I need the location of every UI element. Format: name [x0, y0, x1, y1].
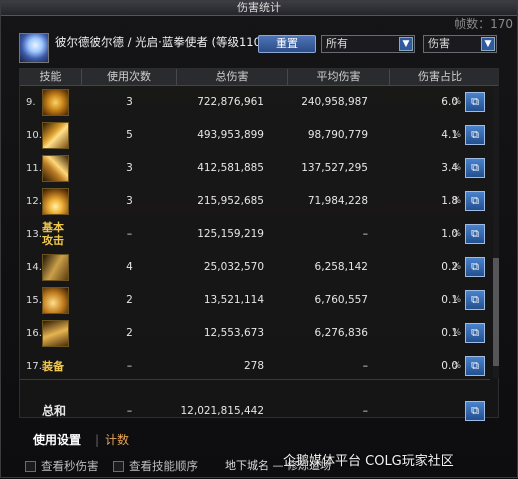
average-damage: 137,527,295 [301, 162, 368, 174]
average-damage: 6,258,142 [314, 261, 368, 273]
total-damage: 25,032,570 [203, 261, 264, 273]
use-count: 3 [126, 195, 133, 207]
total-damage: 412,581,885 [197, 162, 264, 174]
percent-unit: % [452, 229, 461, 239]
total-damage: 215,952,685 [197, 195, 264, 207]
average-damage: 71,984,228 [307, 195, 368, 207]
average-damage: 6,760,557 [314, 294, 368, 306]
total-damage: 722,876,961 [197, 96, 264, 108]
damage-type-dropdown[interactable]: 伤害 ▼ [423, 35, 497, 53]
percent-unit: % [452, 163, 461, 173]
damage-type-dropdown-value: 伤害 [428, 37, 450, 50]
chevron-down-icon[interactable]: ▼ [399, 37, 413, 51]
use-count: 3 [126, 96, 133, 108]
table-header: 技能 使用次数 总伤害 平均伤害 伤害占比 [20, 69, 498, 86]
tab-separator: | [95, 433, 100, 447]
total-damage: 493,953,899 [197, 129, 264, 141]
skill-icon [42, 188, 69, 215]
skill-icon [42, 155, 69, 182]
damage-table: 技能 使用次数 总伤害 平均伤害 伤害占比 9. 3 722,876,961 2… [19, 68, 499, 421]
summary-label: 总和 [42, 404, 67, 418]
scope-dropdown[interactable]: 所有 ▼ [321, 35, 415, 53]
total-damage: 12,553,673 [203, 327, 264, 339]
skill-order-checkbox[interactable] [113, 461, 124, 472]
use-count: 4 [126, 261, 133, 273]
column-header-total: 总伤害 [177, 69, 288, 85]
skill-icon [42, 89, 69, 116]
export-icon[interactable]: ⧉ [465, 401, 485, 421]
summary-row: 总和 – 12,021,815,442 – ⧉ [20, 395, 490, 428]
use-count: 5 [126, 129, 133, 141]
tab-usage-settings[interactable]: 使用设置 [33, 429, 81, 451]
percent-unit: % [452, 97, 461, 107]
use-count: – [126, 228, 133, 240]
watermark: 企鹅媒体平台 COLG玩家社区 [283, 454, 454, 469]
export-icon[interactable]: ⧉ [465, 323, 485, 343]
dps-checkbox-label[interactable]: 查看秒伤害 [41, 458, 99, 474]
player-avatar [19, 33, 49, 63]
export-icon[interactable]: ⧉ [465, 158, 485, 178]
dps-checkbox[interactable] [25, 461, 36, 472]
skill-icon [42, 122, 69, 149]
summary-average: – [362, 405, 368, 417]
reset-button[interactable]: 重置 [258, 35, 316, 53]
skill-icon [42, 320, 69, 347]
tab-count[interactable]: 计数 [105, 429, 129, 451]
scrollbar-thumb[interactable] [493, 258, 499, 366]
skill-icon [42, 254, 69, 281]
summary-count: – [126, 405, 133, 417]
export-icon[interactable]: ⧉ [465, 191, 485, 211]
use-count: 2 [126, 327, 133, 339]
column-header-share: 伤害占比 [418, 70, 462, 83]
column-header-count: 使用次数 [82, 69, 177, 85]
average-damage: 6,276,836 [314, 327, 368, 339]
export-icon[interactable]: ⧉ [465, 257, 485, 277]
percent-unit: % [452, 295, 461, 305]
table-row: 12. 3 215,952,685 71,984,228 1.8 % ⧉ [20, 185, 490, 218]
table-row: 16. 2 12,553,673 6,276,836 0.1 % ⧉ [20, 317, 490, 350]
average-damage: 240,958,987 [301, 96, 368, 108]
average-damage: 98,790,779 [307, 129, 368, 141]
player-name: 彼尔德彼尔德 / 光启·蓝拳使者 (等级110) [55, 35, 266, 49]
use-count: 2 [126, 294, 133, 306]
percent-unit: % [452, 196, 461, 206]
total-damage: 125,159,219 [197, 228, 264, 240]
export-icon[interactable]: ⧉ [465, 92, 485, 112]
column-header-skill: 技能 [20, 69, 82, 85]
average-damage: – [362, 228, 368, 240]
header-row: 彼尔德彼尔德 / 光启·蓝拳使者 (等级110) 重置 所有 ▼ 伤害 ▼ [19, 31, 499, 65]
percent-unit: % [452, 130, 461, 140]
percent-unit: % [452, 262, 461, 272]
table-row: 11. 3 412,581,885 137,527,295 3.4 % ⧉ [20, 152, 490, 185]
summary-total: 12,021,815,442 [180, 405, 265, 417]
skill-label: 基本攻击 [42, 221, 64, 247]
window-title: 伤害统计 [1, 1, 517, 16]
chevron-down-icon[interactable]: ▼ [481, 37, 495, 51]
skill-order-checkbox-label[interactable]: 查看技能顺序 [129, 458, 198, 474]
frame-counter: 帧数：170 [454, 17, 513, 31]
export-icon[interactable]: ⧉ [465, 356, 485, 376]
table-row: 15. 2 13,521,114 6,760,557 0.1 % ⧉ [20, 284, 490, 317]
bottom-tabs: 使用设置 | 计数 [19, 429, 319, 451]
export-icon[interactable]: ⧉ [465, 125, 485, 145]
table-row: 9. 3 722,876,961 240,958,987 6.0 % ⧉ [20, 86, 490, 119]
table-row: 14. 4 25,032,570 6,258,142 0.2 % ⧉ [20, 251, 490, 284]
percent-unit: % [452, 328, 461, 338]
table-row: 13. 基本攻击 – 125,159,219 – 1.0 % ⧉ [20, 218, 490, 251]
table-row: 10. 5 493,953,899 98,790,779 4.1 % ⧉ [20, 119, 490, 152]
skill-icon [42, 287, 69, 314]
use-count: 3 [126, 162, 133, 174]
total-damage: 13,521,114 [203, 294, 264, 306]
table-scrollbar[interactable] [493, 86, 499, 378]
export-icon[interactable]: ⧉ [465, 290, 485, 310]
export-icon[interactable]: ⧉ [465, 224, 485, 244]
summary-divider [20, 379, 490, 380]
scope-dropdown-value: 所有 [326, 37, 348, 50]
column-header-average: 平均伤害 [288, 69, 390, 85]
damage-stats-window: 伤害统计 帧数：170 彼尔德彼尔德 / 光启·蓝拳使者 (等级110) 重置 … [0, 0, 518, 478]
